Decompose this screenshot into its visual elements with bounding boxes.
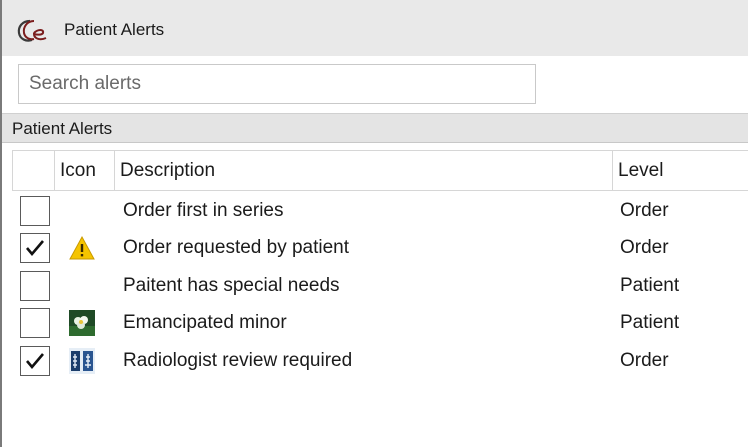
table-row[interactable]: Order requested by patient Order <box>2 229 748 267</box>
row-description: Radiologist review required <box>123 350 353 371</box>
row-description: Paitent has special needs <box>123 275 340 296</box>
row-checkbox[interactable] <box>20 271 50 301</box>
row-level: Patient <box>620 275 680 296</box>
flower-photo-icon <box>69 310 95 336</box>
row-checkbox[interactable] <box>20 233 50 263</box>
row-level: Order <box>620 200 669 221</box>
app-logo-icon <box>17 19 47 42</box>
row-description: Order requested by patient <box>123 237 350 258</box>
table-row[interactable]: Emancipated minor Patient <box>2 304 748 342</box>
table-row[interactable]: Order first in series Order <box>2 192 748 230</box>
row-level: Order <box>620 237 669 258</box>
section-header: Patient Alerts <box>2 113 748 143</box>
row-description: Order first in series <box>123 200 284 221</box>
row-checkbox[interactable] <box>20 308 50 338</box>
row-checkbox[interactable] <box>20 196 50 226</box>
table-row[interactable]: Paitent has special needs Patient <box>2 267 748 305</box>
row-description: Emancipated minor <box>123 312 287 333</box>
column-header-check[interactable] <box>12 151 55 191</box>
column-header-level[interactable]: Level <box>613 151 748 191</box>
title-bar: Patient Alerts <box>2 0 748 56</box>
table-row[interactable]: Radiologist review required Order <box>2 342 748 380</box>
section-title: Patient Alerts <box>12 119 113 138</box>
search-input[interactable] <box>18 64 536 104</box>
window-title: Patient Alerts <box>64 20 165 39</box>
row-level: Order <box>620 350 669 371</box>
xray-icon <box>69 348 95 374</box>
patient-alerts-window: Patient Alerts Patient Alerts Icon Descr… <box>2 0 748 447</box>
row-level: Patient <box>620 312 680 333</box>
column-header-description[interactable]: Description <box>115 151 613 191</box>
column-header-icon[interactable]: Icon <box>55 151 115 191</box>
row-checkbox[interactable] <box>20 346 50 376</box>
header-divider <box>12 190 748 191</box>
warning-icon <box>69 235 95 260</box>
